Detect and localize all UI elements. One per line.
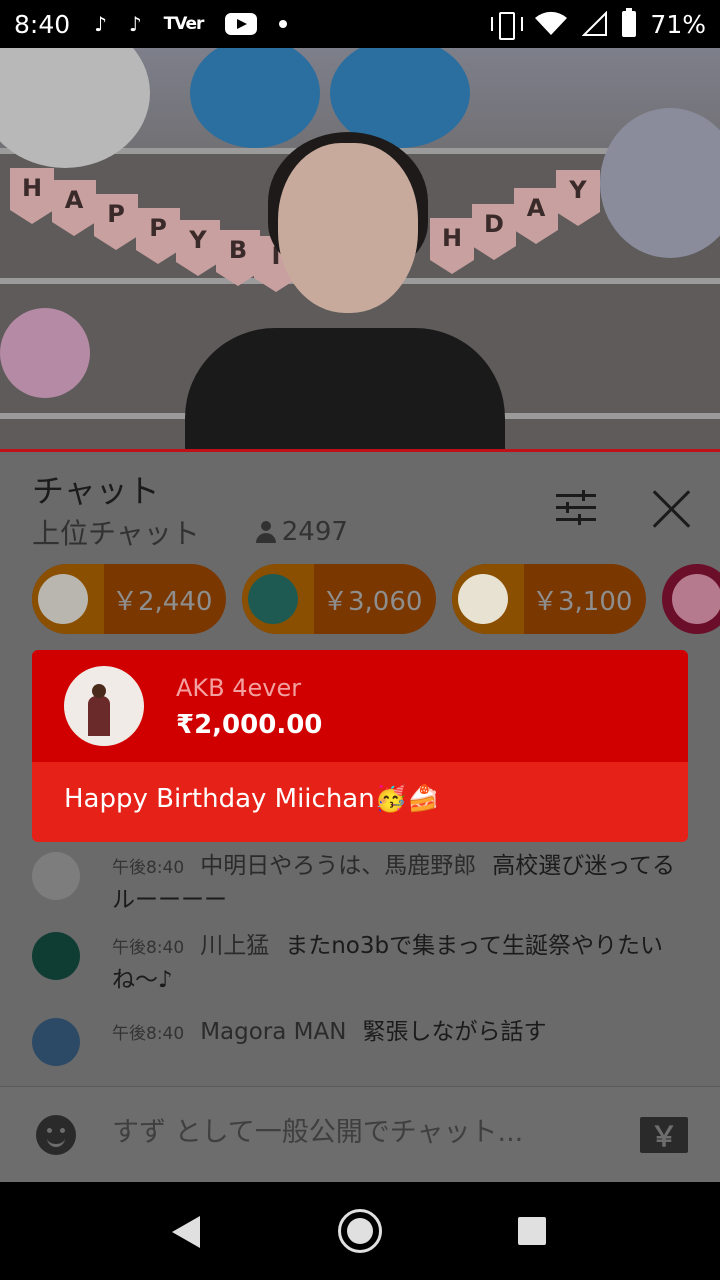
number-balloon <box>190 48 320 148</box>
chat-input-bar: ￥ <box>0 1086 720 1182</box>
status-time: 8:40 <box>14 9 71 39</box>
message-time: 午後8:40 <box>112 1024 185 1044</box>
chat-mode-selector[interactable]: 上位チャット 2497 <box>32 512 348 552</box>
chat-message[interactable]: 午後8:40 川上猛 またno3bで集まって生誕祭やりたいね〜♪ <box>32 930 692 996</box>
ticker-avatar <box>672 574 720 624</box>
message-author: 川上猛 <box>200 933 270 959</box>
chat-header: チャット 上位チャット 2497 ￥2,440 ￥3,060 ￥3,100 <box>0 452 720 650</box>
tver-icon: TVer <box>163 14 205 34</box>
viewer-icon <box>255 521 276 543</box>
superchat-message: Happy Birthday Miichan🥳🍰 <box>32 762 688 842</box>
chat-input[interactable] <box>112 1117 612 1148</box>
banner-letter: A <box>514 188 558 244</box>
streamer-body <box>185 328 505 452</box>
banner-letter: A <box>52 180 96 236</box>
banner-letter: D <box>472 204 516 260</box>
chat-mode-label: 上位チャット <box>32 517 200 550</box>
chat-message[interactable]: 午後8:40 中明日やろうは、馬鹿野郎 高校選び迷ってるルーーーー <box>32 850 692 916</box>
signal-icon <box>582 11 608 36</box>
vibrate-icon <box>490 12 524 40</box>
back-icon[interactable] <box>172 1216 200 1248</box>
emoji-icon[interactable] <box>36 1115 76 1155</box>
ticker-amount: ￥2,440 <box>112 586 213 617</box>
message-body: 午後8:40 川上猛 またno3bで集まって生誕祭やりたいね〜♪ <box>112 930 692 996</box>
plush-toy <box>0 308 90 398</box>
navigation-bar <box>0 1182 720 1280</box>
home-icon[interactable] <box>338 1209 382 1253</box>
notification-icons: ♪ ♪ TVer <box>94 12 288 36</box>
banner-letter: Y <box>176 220 220 276</box>
wifi-icon <box>535 11 568 35</box>
streamer-face <box>278 143 418 313</box>
message-time: 午後8:40 <box>112 938 185 958</box>
banner-letter: H <box>430 218 474 274</box>
youtube-icon <box>225 13 258 35</box>
ticker-item[interactable]: ￥2,440 <box>32 564 226 634</box>
ticker-avatar <box>38 574 88 624</box>
filter-icon[interactable] <box>556 490 596 526</box>
ticker-item[interactable]: ￥3,100 <box>452 564 646 634</box>
close-icon[interactable] <box>650 488 692 530</box>
message-author: Magora MAN <box>200 1019 347 1045</box>
notification-dot-icon <box>279 20 288 28</box>
banner-letter: P <box>94 194 138 250</box>
tiktok-icon: ♪ <box>128 12 142 36</box>
chat-title: チャット <box>32 472 160 510</box>
battery-icon <box>622 8 637 37</box>
system-icons: 71% <box>490 8 706 40</box>
superchat-card[interactable]: AKB 4ever ₹2,000.00 Happy Birthday Miich… <box>32 650 688 842</box>
message-avatar <box>32 1018 80 1066</box>
superchat-button[interactable]: ￥ <box>640 1117 688 1153</box>
superchat-avatar <box>64 666 144 746</box>
message-body: 午後8:40 Magora MAN 緊張しながら話す <box>112 1016 546 1066</box>
message-avatar <box>32 932 80 980</box>
banner-letter: B <box>216 230 260 286</box>
viewer-count: 2497 <box>255 517 348 547</box>
message-text: 緊張しながら話す <box>362 1019 547 1045</box>
status-bar: 8:40 ♪ ♪ TVer 71% <box>0 0 720 48</box>
message-avatar <box>32 852 80 900</box>
video-player[interactable]: H A P P Y B I H D A Y <box>0 48 720 452</box>
ticker-avatar <box>248 574 298 624</box>
message-time: 午後8:40 <box>112 858 185 878</box>
ticker-item[interactable] <box>662 564 720 634</box>
ticker-item[interactable]: ￥3,060 <box>242 564 436 634</box>
ticker-avatar <box>458 574 508 624</box>
banner-letter: P <box>136 208 180 264</box>
superchat-amount: ₹2,000.00 <box>176 710 323 740</box>
recent-apps-icon[interactable] <box>518 1217 546 1245</box>
superchat-header: AKB 4ever ₹2,000.00 <box>32 650 688 762</box>
superchat-ticker: ￥2,440 ￥3,060 ￥3,100 <box>32 564 720 634</box>
ticker-amount: ￥3,100 <box>532 586 633 617</box>
ticker-amount: ￥3,060 <box>322 586 423 617</box>
message-author: 中明日やろうは、馬鹿野郎 <box>200 853 477 879</box>
message-text: またno3bで集まって生誕祭やりたいね〜♪ <box>112 933 663 993</box>
message-body: 午後8:40 中明日やろうは、馬鹿野郎 高校選び迷ってるルーーーー <box>112 850 692 916</box>
viewer-count-value: 2497 <box>281 517 348 547</box>
superchat-author: AKB 4ever <box>176 674 302 702</box>
banner-letter: H <box>10 168 54 224</box>
battery-level: 71% <box>650 9 706 39</box>
tiktok-icon: ♪ <box>94 12 107 36</box>
chat-message[interactable]: 午後8:40 Magora MAN 緊張しながら話す <box>32 1016 692 1066</box>
